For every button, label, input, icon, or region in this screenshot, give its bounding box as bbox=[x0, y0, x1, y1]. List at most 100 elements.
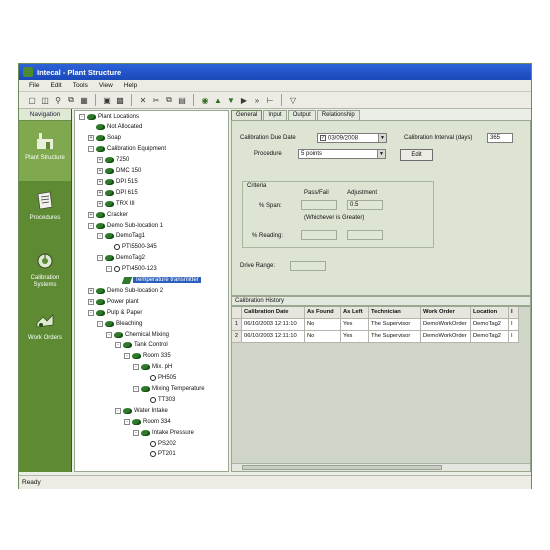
collapse-icon[interactable]: - bbox=[106, 266, 112, 273]
collapse-icon[interactable]: - bbox=[115, 407, 121, 414]
tree-node[interactable]: + DPI 515 bbox=[97, 177, 138, 186]
expand-icon[interactable]: + bbox=[88, 211, 94, 218]
menu-file[interactable]: File bbox=[29, 82, 39, 91]
column-header[interactable] bbox=[232, 307, 242, 319]
reading-adjustment-input[interactable] bbox=[347, 230, 383, 240]
chevron-down-icon[interactable]: ▼ bbox=[377, 150, 385, 158]
collapse-icon[interactable]: - bbox=[97, 255, 103, 262]
copy-icon[interactable]: ⧉ bbox=[164, 95, 174, 105]
due-date-checkbox[interactable]: ✓ bbox=[320, 135, 326, 141]
tree-icon[interactable]: ⊢ bbox=[265, 95, 275, 105]
tree-node[interactable]: +7250 bbox=[97, 156, 129, 165]
column-header[interactable]: Calibration Date bbox=[242, 307, 305, 319]
tree-node[interactable]: PH505 bbox=[142, 374, 176, 383]
expand-icon[interactable]: + bbox=[88, 135, 94, 142]
tab-general[interactable]: General bbox=[231, 110, 263, 120]
tree-node[interactable]: - Bleaching bbox=[97, 319, 142, 328]
nav-work-orders[interactable]: Work Orders bbox=[19, 301, 71, 361]
collapse-icon[interactable]: - bbox=[133, 429, 139, 436]
collapse-icon[interactable]: - bbox=[115, 342, 121, 349]
tree-node[interactable]: Temperature transmitter bbox=[115, 276, 201, 285]
new-icon[interactable]: ▢ bbox=[27, 95, 37, 105]
due-date-picker[interactable]: ✓ 03/09/2008 ▼ bbox=[317, 133, 387, 143]
print-preview-icon[interactable]: ▦ bbox=[79, 95, 89, 105]
collapse-icon[interactable]: - bbox=[88, 222, 94, 229]
tab-relationship[interactable]: Relationship bbox=[316, 110, 360, 120]
plant-tree[interactable]: - Plant Locations Not Allocated + Soap - Calib… bbox=[74, 110, 229, 472]
tree-node[interactable]: - Chemical Mixing bbox=[106, 330, 169, 339]
print-icon[interactable]: ▩ bbox=[115, 95, 125, 105]
tree-node[interactable]: - DemoTag1 bbox=[97, 232, 145, 241]
expand-icon[interactable]: + bbox=[97, 168, 103, 174]
tree-node[interactable]: - Pulp & Paper bbox=[88, 308, 142, 317]
tree-node[interactable]: PT201 bbox=[142, 450, 176, 459]
collapse-icon[interactable]: - bbox=[97, 233, 103, 240]
tree-node[interactable]: - Room 334 bbox=[124, 417, 171, 426]
tree-node[interactable]: PS202 bbox=[142, 439, 176, 448]
interval-input[interactable]: 365 bbox=[487, 133, 513, 143]
span-adjustment-input[interactable]: 0.5 bbox=[347, 200, 383, 210]
chevron-down-icon[interactable]: ▼ bbox=[378, 134, 386, 142]
tree-node[interactable]: - Mixing Temperature bbox=[133, 385, 205, 394]
open-icon[interactable]: ◫ bbox=[40, 95, 50, 105]
tree-node[interactable]: + DPI 615 bbox=[97, 188, 138, 197]
tree-node[interactable]: - Room 335 bbox=[124, 352, 171, 361]
column-header[interactable]: I bbox=[509, 307, 519, 319]
expand-icon[interactable]: + bbox=[97, 200, 103, 207]
tree-node[interactable]: - Tank Control bbox=[115, 341, 168, 350]
collapse-icon[interactable]: - bbox=[133, 364, 139, 371]
expand-icon[interactable]: + bbox=[97, 178, 103, 185]
span-passfail-input[interactable] bbox=[301, 200, 337, 210]
tree-node[interactable]: - Plant Locations bbox=[79, 112, 139, 121]
save-icon[interactable]: ▣ bbox=[102, 95, 112, 105]
tree-node[interactable]: - DemoTag2 bbox=[97, 254, 145, 263]
collapse-icon[interactable]: - bbox=[106, 331, 112, 338]
tree-node[interactable]: - Calibration Equipment bbox=[88, 145, 166, 154]
scrollbar-thumb[interactable] bbox=[242, 465, 442, 470]
table-row[interactable]: 2 06/10/2003 12:11:10 No Yes The Supervisor D… bbox=[232, 331, 519, 343]
settings-icon[interactable]: ◉ bbox=[200, 95, 210, 105]
history-grid[interactable]: Calibration Date As Found As Left Technicia… bbox=[231, 306, 531, 472]
tree-node[interactable]: + Soap bbox=[88, 134, 121, 143]
tree-node[interactable]: + Demo Sub-location 2 bbox=[88, 286, 163, 295]
tree-node[interactable]: PT\5500-345 bbox=[106, 243, 157, 252]
expand-icon[interactable]: + bbox=[88, 298, 94, 305]
tree-node[interactable]: + TRX III bbox=[97, 199, 135, 208]
tree-node[interactable]: - Mix. pH bbox=[133, 363, 172, 372]
nav-procedures[interactable]: Procedures bbox=[19, 181, 71, 241]
drive-range-input[interactable] bbox=[290, 261, 326, 271]
tree-node[interactable]: - Demo Sub-location 1 bbox=[88, 221, 163, 230]
tree-node[interactable]: + Cracker bbox=[88, 210, 128, 219]
export-icon[interactable]: ▲ bbox=[213, 95, 223, 105]
collapse-icon[interactable]: - bbox=[133, 386, 139, 392]
delete-icon[interactable]: ✕ bbox=[138, 95, 148, 105]
tree-node[interactable]: + DMC 150 bbox=[97, 167, 141, 176]
menu-edit[interactable]: Edit bbox=[50, 82, 61, 91]
column-header[interactable]: Technician bbox=[369, 307, 421, 319]
filter-icon[interactable]: ▽ bbox=[288, 95, 298, 105]
column-header[interactable]: Work Order bbox=[421, 307, 471, 319]
import-icon[interactable]: ▼ bbox=[226, 95, 236, 105]
menu-help[interactable]: Help bbox=[124, 82, 137, 91]
menu-tools[interactable]: Tools bbox=[73, 82, 88, 91]
run-icon[interactable]: ▶ bbox=[239, 95, 249, 105]
edit-button[interactable]: Edit bbox=[400, 149, 433, 161]
collapse-icon[interactable]: - bbox=[124, 353, 130, 360]
tab-output[interactable]: Output bbox=[287, 110, 316, 120]
column-header[interactable]: As Found bbox=[305, 307, 341, 319]
collapse-icon[interactable]: - bbox=[124, 418, 130, 425]
expand-icon[interactable]: + bbox=[97, 157, 103, 164]
title-bar[interactable]: Intecal - Plant Structure bbox=[19, 64, 531, 80]
expand-icon[interactable]: + bbox=[88, 287, 94, 294]
copy-icon[interactable]: ⧉ bbox=[66, 95, 76, 105]
menu-view[interactable]: View bbox=[99, 82, 113, 91]
tree-node[interactable]: + Power plant bbox=[88, 297, 139, 306]
column-header[interactable]: Location bbox=[471, 307, 509, 319]
table-row[interactable]: 1 06/10/2003 12:11:10 No Yes The Supervisor D… bbox=[232, 319, 519, 331]
column-header[interactable]: As Left bbox=[341, 307, 369, 319]
cut-icon[interactable]: ✂ bbox=[151, 95, 161, 105]
procedure-select[interactable]: 5 points ▼ bbox=[298, 149, 386, 159]
nav-calibration-systems[interactable]: Calibration Systems bbox=[19, 241, 71, 301]
tree-node[interactable]: Not Allocated bbox=[88, 123, 142, 132]
collapse-icon[interactable]: - bbox=[88, 146, 94, 153]
